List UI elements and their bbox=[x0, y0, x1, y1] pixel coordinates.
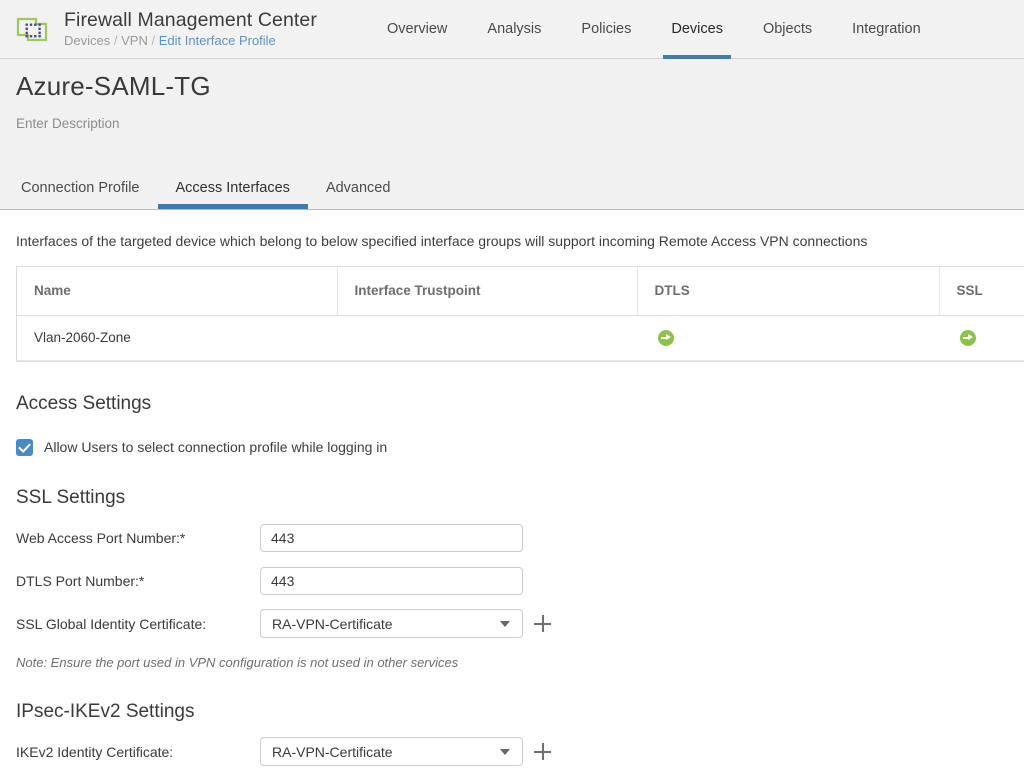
breadcrumb-separator: / bbox=[114, 33, 118, 48]
dtls-enabled-green-arrow-icon bbox=[658, 330, 674, 346]
cell-interface-trustpoint bbox=[337, 315, 637, 360]
web-access-port-input[interactable] bbox=[260, 524, 523, 552]
cell-name: Vlan-2060-Zone bbox=[17, 315, 337, 360]
tab-connection-profile[interactable]: Connection Profile bbox=[16, 180, 158, 209]
nav-item-overview[interactable]: Overview bbox=[367, 0, 467, 59]
column-header-name: Name bbox=[17, 267, 337, 315]
chevron-down-icon bbox=[500, 749, 510, 755]
ssl-certificate-selected-value: RA-VPN-Certificate bbox=[272, 616, 500, 632]
add-ikev2-certificate-plus-icon[interactable] bbox=[534, 743, 551, 760]
ssl-settings-title: SSL Settings bbox=[16, 487, 1024, 509]
nav-item-objects[interactable]: Objects bbox=[743, 0, 832, 59]
nav-item-analysis[interactable]: Analysis bbox=[467, 0, 561, 59]
ssl-global-identity-certificate-label: SSL Global Identity Certificate: bbox=[16, 616, 260, 632]
top-navigation-bar: Firewall Management Center Devices / VPN… bbox=[0, 0, 1024, 59]
allow-users-label: Allow Users to select connection profile… bbox=[44, 439, 387, 455]
access-interfaces-table: Name Interface Trustpoint DTLS SSL Vlan-… bbox=[17, 267, 1024, 361]
add-ssl-certificate-plus-icon[interactable] bbox=[534, 615, 551, 632]
ipsec-ikev2-settings-title: IPsec-IKEv2 Settings bbox=[16, 701, 1024, 723]
dtls-port-label: DTLS Port Number:* bbox=[16, 573, 260, 589]
ssl-enabled-green-arrow-icon bbox=[960, 330, 976, 346]
ikev2-identity-certificate-select[interactable]: RA-VPN-Certificate bbox=[260, 737, 523, 766]
chevron-down-icon bbox=[500, 621, 510, 627]
brand-text: Firewall Management Center Devices / VPN… bbox=[64, 10, 317, 47]
breadcrumb-item-vpn[interactable]: VPN bbox=[121, 33, 148, 48]
dtls-port-row: DTLS Port Number:* bbox=[16, 567, 1024, 595]
cell-dtls bbox=[637, 315, 939, 360]
allow-users-checkbox[interactable] bbox=[16, 439, 33, 456]
tab-advanced[interactable]: Advanced bbox=[308, 180, 409, 209]
brand-block: Firewall Management Center Devices / VPN… bbox=[0, 10, 317, 48]
breadcrumb-item-current[interactable]: Edit Interface Profile bbox=[159, 33, 276, 48]
nav-item-policies[interactable]: Policies bbox=[561, 0, 651, 59]
access-settings-title: Access Settings bbox=[16, 393, 1024, 415]
web-access-port-label: Web Access Port Number:* bbox=[16, 530, 260, 546]
tab-access-interfaces[interactable]: Access Interfaces bbox=[158, 180, 308, 209]
table-header-row: Name Interface Trustpoint DTLS SSL bbox=[17, 267, 1024, 315]
breadcrumb-separator: / bbox=[151, 33, 155, 48]
fmc-dotted-square-logo-icon bbox=[14, 10, 52, 48]
product-title: Firewall Management Center bbox=[64, 10, 317, 30]
access-interfaces-info-text: Interfaces of the targeted device which … bbox=[16, 210, 1024, 266]
ssl-global-identity-certificate-row: SSL Global Identity Certificate: RA-VPN-… bbox=[16, 610, 1024, 638]
allow-users-row: Allow Users to select connection profile… bbox=[16, 439, 1024, 456]
ikev2-certificate-selected-value: RA-VPN-Certificate bbox=[272, 744, 500, 760]
web-access-port-row: Web Access Port Number:* bbox=[16, 524, 1024, 552]
page-title: Azure-SAML-TG bbox=[16, 71, 1024, 102]
dtls-port-input[interactable] bbox=[260, 567, 523, 595]
nav-item-devices[interactable]: Devices bbox=[651, 0, 743, 59]
ssl-global-identity-certificate-select[interactable]: RA-VPN-Certificate bbox=[260, 609, 523, 638]
breadcrumb-item-devices[interactable]: Devices bbox=[64, 33, 110, 48]
ikev2-identity-certificate-label: IKEv2 Identity Certificate: bbox=[16, 744, 260, 760]
table-row[interactable]: Vlan-2060-Zone bbox=[17, 315, 1024, 360]
column-header-ssl: SSL bbox=[939, 267, 1024, 315]
cell-ssl bbox=[939, 315, 1024, 360]
ssl-settings-note: Note: Ensure the port used in VPN config… bbox=[16, 655, 1024, 670]
profile-tabs: Connection Profile Access Interfaces Adv… bbox=[0, 169, 1024, 210]
main-nav: Overview Analysis Policies Devices Objec… bbox=[367, 0, 941, 59]
access-interfaces-table-wrapper: Name Interface Trustpoint DTLS SSL Vlan-… bbox=[16, 266, 1024, 362]
ikev2-identity-certificate-row: IKEv2 Identity Certificate: RA-VPN-Certi… bbox=[16, 738, 1024, 766]
breadcrumb: Devices / VPN / Edit Interface Profile bbox=[64, 34, 317, 48]
nav-item-integration[interactable]: Integration bbox=[832, 0, 941, 59]
description-placeholder[interactable]: Enter Description bbox=[16, 116, 1024, 131]
page-header: Azure-SAML-TG Enter Description Connecti… bbox=[0, 59, 1024, 210]
content-area: Interfaces of the targeted device which … bbox=[0, 210, 1024, 766]
column-header-dtls: DTLS bbox=[637, 267, 939, 315]
column-header-interface-trustpoint: Interface Trustpoint bbox=[337, 267, 637, 315]
